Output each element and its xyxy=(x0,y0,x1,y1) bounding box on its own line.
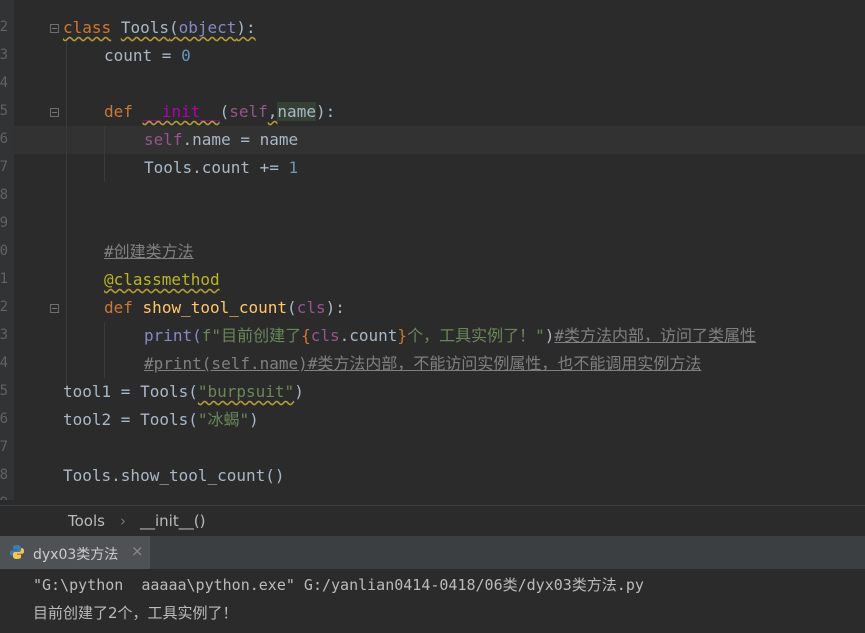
breadcrumb-separator: › xyxy=(120,512,126,530)
number: 1 xyxy=(288,158,299,177)
line-number: 8 xyxy=(0,467,8,483)
number: 0 xyxy=(181,46,191,65)
python-icon xyxy=(10,545,24,559)
code-line[interactable]: @classmethod xyxy=(104,266,220,294)
param: name xyxy=(277,102,316,121)
indent-guide xyxy=(104,322,105,378)
line-number: 4 xyxy=(0,355,8,371)
line-number: 3 xyxy=(0,47,8,63)
fstring: f"目前创建了 xyxy=(201,326,302,345)
line-number: 4 xyxy=(0,75,8,91)
builtin: print( xyxy=(144,326,202,345)
code-text: count = xyxy=(104,46,182,65)
code-line[interactable]: def show_tool_count(cls): xyxy=(104,294,345,322)
fold-marker-icon[interactable]: − xyxy=(50,24,59,33)
punct: ) xyxy=(294,382,304,401)
code-text: tool1 = Tools( xyxy=(63,382,198,401)
code-text: .name = name xyxy=(182,130,299,149)
comment: #类方法内部，访问了类属性 xyxy=(554,326,756,345)
punct: ) xyxy=(544,326,555,345)
punct: ( xyxy=(219,102,230,121)
cls-param: cls xyxy=(296,298,326,317)
run-tool-window-header: dyx03类方法 × xyxy=(0,536,865,569)
punct: ( xyxy=(287,298,297,317)
line-number: 2 xyxy=(0,19,8,35)
self-keyword: self xyxy=(144,130,183,149)
code-line[interactable]: #创建类方法 xyxy=(104,238,194,266)
comment: #print(self.name)#类方法内部，不能访问实例属性，也不能调用实例… xyxy=(144,354,702,373)
keyword: def xyxy=(104,102,133,121)
code-text: .count xyxy=(339,326,398,345)
keyword: class xyxy=(63,18,112,37)
indent-guide xyxy=(66,42,67,392)
cls-ref: cls xyxy=(310,326,340,345)
string: "冰蝎" xyxy=(197,410,250,429)
line-number: 5 xyxy=(0,383,8,399)
line-number: 8 xyxy=(0,187,8,203)
line-number: 1 xyxy=(0,271,8,287)
punct: , xyxy=(267,102,278,121)
code-line[interactable]: count = 0 xyxy=(104,42,191,70)
breadcrumb-method[interactable]: __init__() xyxy=(140,512,205,530)
console-command-line: "G:\python aaaaa\python.exe" G:/yanlian0… xyxy=(33,576,644,594)
code-line[interactable]: class Tools(object): xyxy=(63,14,256,42)
code-text: tool2 = Tools( xyxy=(63,410,198,429)
line-number: 9 xyxy=(0,493,8,500)
builtin: object xyxy=(178,18,237,37)
fstring-brace: } xyxy=(397,326,408,345)
run-tab-label: dyx03类方法 xyxy=(33,547,119,563)
comment: #创建类方法 xyxy=(104,242,194,261)
console-output-line: 目前创建了2个，工具实例了！ xyxy=(33,604,238,622)
run-console[interactable]: "G:\python aaaaa\python.exe" G:/yanlian0… xyxy=(0,569,865,633)
code-line[interactable]: print(f"目前创建了{cls.count}个，工具实例了！")#类方法内部… xyxy=(144,322,756,350)
code-line[interactable]: tool2 = Tools("冰蝎") xyxy=(63,406,259,434)
class-name: Tools xyxy=(120,18,169,37)
run-tab[interactable]: dyx03类方法 × xyxy=(0,536,150,569)
line-number: 3 xyxy=(0,327,8,343)
code-text: Tools.show_tool_count() xyxy=(63,466,285,485)
line-number: 6 xyxy=(0,411,8,427)
code-line[interactable]: self.name = name xyxy=(144,126,298,154)
punct: ): xyxy=(325,298,345,317)
code-line[interactable]: tool1 = Tools("burpsuit") xyxy=(63,378,304,406)
line-number: 6 xyxy=(0,131,8,147)
method-name: __init__ xyxy=(142,102,220,121)
code-line[interactable]: Tools.count += 1 xyxy=(144,154,298,182)
fstring-brace: { xyxy=(301,326,311,345)
punct: ) xyxy=(249,410,259,429)
breadcrumb: Tools › __init__() xyxy=(0,505,865,537)
function-name: show_tool_count xyxy=(142,298,288,317)
close-icon[interactable]: × xyxy=(131,542,144,560)
line-number: 0 xyxy=(0,243,8,259)
breadcrumb-class[interactable]: Tools xyxy=(68,512,105,530)
punct: ): xyxy=(236,18,256,37)
current-line-highlight xyxy=(14,126,865,154)
keyword: def xyxy=(104,298,133,317)
line-number: 7 xyxy=(0,439,8,455)
punct: ): xyxy=(315,102,336,121)
line-number: 5 xyxy=(0,103,8,119)
decorator: @classmethod xyxy=(104,270,220,289)
line-number: 9 xyxy=(0,215,8,231)
code-editor[interactable]: 2 3 4 5 6 7 8 9 0 1 2 3 4 5 6 7 8 9 − − … xyxy=(0,0,865,500)
code-line[interactable]: def __init__(self,name): xyxy=(104,98,335,126)
self-param: self xyxy=(229,102,268,121)
fold-marker-icon[interactable]: − xyxy=(50,304,59,313)
fold-marker-icon[interactable]: − xyxy=(50,108,59,117)
line-number: 7 xyxy=(0,159,8,175)
code-line[interactable]: #print(self.name)#类方法内部，不能访问实例属性，也不能调用实例… xyxy=(144,350,701,378)
string: "burpsuit" xyxy=(197,382,295,401)
code-text: Tools.count += xyxy=(144,158,289,177)
indent-guide xyxy=(104,126,105,182)
punct: ( xyxy=(168,18,179,37)
code-line[interactable]: Tools.show_tool_count() xyxy=(63,462,285,490)
fstring: 个，工具实例了！" xyxy=(407,326,545,345)
line-number: 2 xyxy=(0,299,8,315)
